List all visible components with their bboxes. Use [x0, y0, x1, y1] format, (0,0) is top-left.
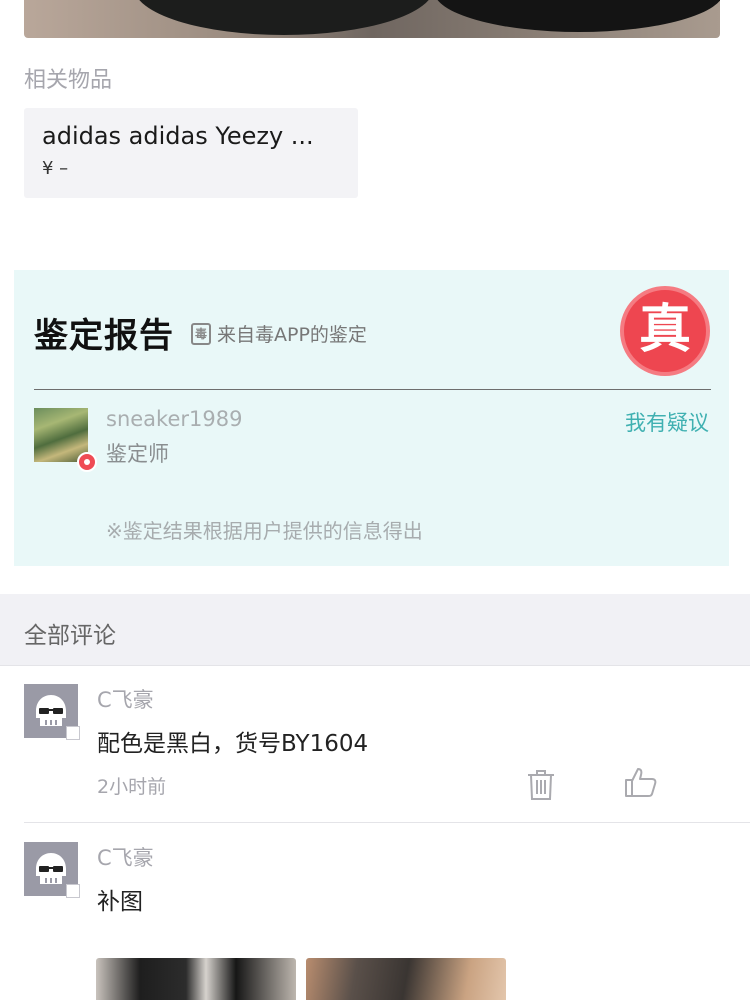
- comment-author[interactable]: C飞豪: [97, 842, 154, 872]
- comment-text: 补图: [97, 889, 143, 915]
- appraiser-name[interactable]: sneaker1989: [106, 407, 242, 431]
- comment-checkbox[interactable]: [66, 726, 80, 740]
- related-item-name: adidas adidas Yeezy ...: [42, 122, 314, 150]
- document-icon: 毒: [191, 322, 211, 345]
- related-item-price: ¥ –: [42, 158, 69, 179]
- shoe-right: [434, 0, 720, 32]
- comment-image[interactable]: [96, 958, 296, 1000]
- related-item-card[interactable]: adidas adidas Yeezy ... ¥ –: [24, 108, 358, 198]
- report-source: 毒 来自毒APP的鉴定: [191, 320, 367, 347]
- comment-text: 配色是黑白，货号BY1604: [97, 731, 369, 757]
- divider: [34, 389, 711, 390]
- report-source-label: 来自毒APP的鉴定: [217, 324, 367, 346]
- trash-icon[interactable]: [526, 768, 556, 806]
- comments-title: 全部评论: [24, 623, 116, 649]
- comment-separator: [24, 822, 750, 823]
- appraiser-role: 鉴定师: [106, 442, 169, 466]
- product-image[interactable]: [24, 0, 720, 38]
- comment-author[interactable]: C飞豪: [97, 684, 154, 714]
- appraisal-report: 鉴定报告 毒 来自毒APP的鉴定 真 sneaker1989 鉴定师 我有疑议 …: [14, 270, 729, 566]
- comment-time: 2小时前: [97, 776, 167, 798]
- comment-image[interactable]: [306, 958, 506, 1000]
- comments-header: 全部评论: [0, 594, 750, 666]
- authentic-seal: 真: [620, 286, 710, 376]
- thumbs-up-icon[interactable]: [624, 766, 658, 804]
- comment-checkbox[interactable]: [66, 884, 80, 898]
- verified-badge-icon: [77, 452, 97, 472]
- dispute-button[interactable]: 我有疑议: [625, 407, 709, 437]
- report-title: 鉴定报告: [34, 316, 174, 356]
- related-items-title: 相关物品: [24, 68, 113, 93]
- report-disclaimer: ※鉴定结果根据用户提供的信息得出: [106, 519, 423, 543]
- shoe-left: [134, 0, 434, 35]
